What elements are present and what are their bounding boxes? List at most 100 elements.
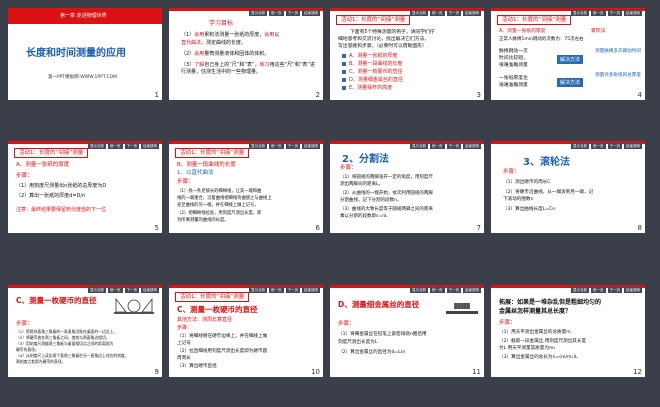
goal-3: （3）了解自己身上的“尺”和“表”，练习用这些“尺”和“表”进行测量，估测生活中… (181, 62, 315, 75)
problem-2b: 很难准确测量 (499, 83, 528, 88)
slide-number: 4 (637, 91, 642, 99)
case-a: A、测量一张纸的厚度 (16, 162, 70, 168)
intro-2: 细地思考和交流讨论，找出解决它们方法， (338, 37, 430, 42)
steps-label: 步骤： (177, 325, 193, 331)
steps-label: 步骤： (16, 321, 33, 327)
coin-triangle-diagram (114, 297, 154, 314)
slide-toolbar: 显示当前 前一页 下一页 结束放映 (88, 143, 159, 149)
item-d: D、测量细金属丝的直径 (342, 77, 403, 84)
slide-toolbar: 显示当前 前一页 下一页 结束放映 (88, 287, 159, 293)
slide-toolbar: 显示当前 前一页 下一页 结束放映 (571, 10, 642, 16)
goal-2: （2）会用量筒测量液体和固体的体积。 (181, 51, 270, 57)
step-2-cont: 为所要测量的曲线的长度。 (177, 218, 229, 223)
wire-pencil-diagram (446, 303, 478, 314)
slide-thumbnail-6[interactable]: 显示当前 前一页 下一页 结束放映 活动1：长度的“间接”测量 B、测量一段曲线的长度… (169, 141, 323, 233)
extension-question: 拓展：如果是一堆杂乱但是粗细均匀的 (499, 299, 602, 306)
step-4-cont: 两刻度之差即为硬币的直径。 (16, 359, 66, 364)
slide-number: 5 (154, 224, 159, 232)
slide-thumbnail-8[interactable]: 显示当前 前一页 下一页 结束放映 3、滚轮法 步骤： （1）测出硬币的周长C （2）… (491, 141, 645, 233)
step-2: （2）将硬币沿曲线，从一端滚到另一端，记 (503, 190, 594, 195)
solution-1: 测量脉搏多次跳动时间 (595, 49, 641, 54)
activity-label: 活动1：长度的“间接”测量 (175, 292, 250, 302)
footer-text: 第一PPT模板网-WWW.1PPT.COM (48, 75, 118, 80)
heading: 学习目标 (209, 20, 234, 27)
slide-number: 3 (476, 91, 481, 99)
goal-1-cont: 直代曲法，测定曲线的长度。 (181, 40, 247, 46)
step-3: （3）算出曲线长度L=Cn (503, 207, 556, 212)
pulse-fact: 正常人脉搏1min跳动的次数为：75次左右 (499, 37, 584, 42)
step-2: （2）从曲线的一端开始，依次利用圆规的两脚 (340, 191, 433, 196)
slide-toolbar: 显示当前 前一页 下一页 结束放映 (571, 287, 642, 293)
slide-thumbnail-4[interactable]: 显示当前 前一页 下一页 结束放映 活动1：长度的“间接”测量 A、测量一张纸的厚度 … (491, 8, 645, 100)
slide-number: 12 (633, 368, 642, 376)
steps-label: 步骤： (16, 173, 33, 179)
slide-thumbnail-2[interactable]: 显示当前 前一页 下一页 结束放映 学习目标 （1）会用累积法测量一张纸的厚度，会用以… (169, 8, 323, 100)
slide-number: 9 (154, 368, 159, 376)
slide-number: 1 (154, 91, 159, 99)
slide-number: 10 (311, 368, 320, 376)
step-3: （3）算出硬币直径 (177, 364, 217, 369)
item-e: E、测量操杆的高度 (342, 85, 392, 92)
method-label: 1、以直代曲法 (177, 170, 214, 176)
activity-label: 活动1：长度的“间接”测量 (14, 148, 89, 158)
step-1: （1）将圆规的两脚张开一定的角度，用刻度尺 (340, 175, 433, 180)
step-3: （3）算出金属丝的总长为n=(m/m₁)L (499, 355, 578, 360)
steps-label: 步骤： (503, 169, 520, 175)
step-1: （1）找一条足够长的细棉线，让其一端和曲 (177, 189, 262, 194)
slide-thumbnail-3[interactable]: 显示当前 前一页 下一页 结束放映 活动1：长度的“间接”测量 下面有5个特殊测量的例… (330, 8, 484, 100)
solution-2: 测量许多张纸的总厚度 (595, 73, 641, 78)
solution-arrow-1: 解决方法 (557, 55, 584, 64)
case-title: D、测量细金属丝的直径 (338, 300, 420, 309)
step-2: （2）拉直细线用刻度尺测出长度即为硬币圆 (177, 349, 268, 354)
step-1: （1）用天平测出金属丝的总质量m (499, 330, 571, 335)
intro-3: 写出思路和步骤。（必要时可以借助图形） (338, 44, 427, 49)
slide-toolbar: 显示当前 前一页 下一页 结束放映 (410, 10, 481, 16)
slide-thumbnail-10[interactable]: 显示当前 前一页 下一页 结束放映 活动1：长度的“间接”测量 C、测量一枚硬币的直径… (169, 285, 323, 377)
slide-thumbnail-11[interactable]: 显示当前 前一页 下一页 结束放映 D、测量细金属丝的直径 步骤： （1）将细金属丝在… (330, 285, 484, 377)
method-title: 2、分割法 (342, 154, 389, 165)
slide-toolbar: 显示当前 前一页 下一页 结束放映 (249, 10, 320, 16)
chapter-label: 第一章 走进物理世界 (60, 13, 107, 19)
slide-toolbar: 显示当前 前一页 下一页 结束放映 (571, 143, 642, 149)
activity-label: 活动1：长度的“间接”测量 (497, 15, 572, 25)
extension-question-cont: 金属丝怎样测量其总长度？ (499, 308, 572, 315)
slide-thumbnail-12[interactable]: 显示当前 前一页 下一页 结束放映 拓展：如果是一堆杂乱但是粗细均匀的 金属丝怎样测量… (491, 285, 645, 377)
step-1-cont: 刻度尺测出长度为L (338, 340, 378, 345)
activity-label: 活动1：长度的“间接”测量 (336, 15, 411, 25)
step-2-cont: 为L 用天平测量其质量为m₁ (499, 346, 556, 351)
step-1-cont: 测出两脚间的距离L。 (340, 182, 384, 187)
activity-label: 活动1：长度的“间接”测量 (175, 148, 250, 158)
intro-1: 下面有5个特殊测量的例子，请同学们仔 (350, 30, 435, 35)
slide-thumbnail-7[interactable]: 显示当前 前一页 下一页 结束放映 2、分割法 步骤： （1）将圆规的两脚张开一定的角… (330, 141, 484, 233)
step-2-cont: 分割曲线，记下分割的段数n。 (340, 198, 402, 203)
step-2: （2）算出一张纸的厚度d=D/n (16, 193, 86, 199)
step-2-cont: 周周长 (177, 356, 191, 361)
slide-number: 7 (476, 224, 481, 232)
problem-2a: 一张纸厚度也 (499, 76, 528, 81)
slide-thumbnail-9[interactable]: 显示当前 前一页 下一页 结束放映 C、测量一枚硬币的直径 步骤： （1）把两块直角三… (8, 285, 162, 377)
slide-number: 6 (315, 224, 320, 232)
slide-toolbar: 显示当前 前一页 下一页 结束放映 (249, 143, 320, 149)
slide-thumbnail-1[interactable]: 第一章 走进物理世界 长度和时间测量的应用 第一PPT模板网-WWW.1PPT.… (8, 8, 162, 100)
step-2: （2）把细棉线拉直，用刻度尺测出长度，即 (177, 211, 262, 216)
method-label: 累积法 (591, 29, 606, 34)
step-1: （1）将细金属丝在铅笔上紧密排绕n圈后用 (338, 332, 427, 337)
step-1: （1）用刻度尺测量出n张纸的总厚度为D (16, 183, 107, 189)
slide-title: 长度和时间测量的应用 (26, 48, 126, 59)
item-b: B、测量一段曲线的长度 (342, 61, 402, 68)
steps-label: 步骤： (177, 179, 194, 185)
slide-toolbar: 显示当前 前一页 下一页 结束放映 (249, 287, 320, 293)
slide-thumbnail-5[interactable]: 显示当前 前一页 下一页 结束放映 活动1：长度的“间接”测量 A、测量一张纸的厚度 … (8, 141, 162, 233)
method-title: 3、滚轮法 (523, 157, 570, 168)
step-1-cont: 上记号 (177, 341, 191, 346)
case-title: C、测量一枚硬币的直径 (16, 296, 97, 305)
case-a: A、测量一张纸的厚度 (499, 29, 546, 34)
step-3: （3）曲线的大致长度等于圆规两脚之间的距离 (340, 207, 433, 212)
goal-1: （1）会用累积法测量一张纸的厚度，会用以 (181, 32, 280, 38)
steps-label: 步骤： (340, 165, 357, 171)
step-1-end: 直至曲线的另一端，并在细线上做上记号。 (177, 203, 259, 208)
problem-1b: 时间比较短， (499, 56, 528, 61)
slide-number: 2 (315, 91, 320, 99)
step-3-cont: 乘以分割的段数即s=nL (340, 214, 388, 219)
problem-1a: 脉搏跳动一次 (499, 49, 528, 54)
